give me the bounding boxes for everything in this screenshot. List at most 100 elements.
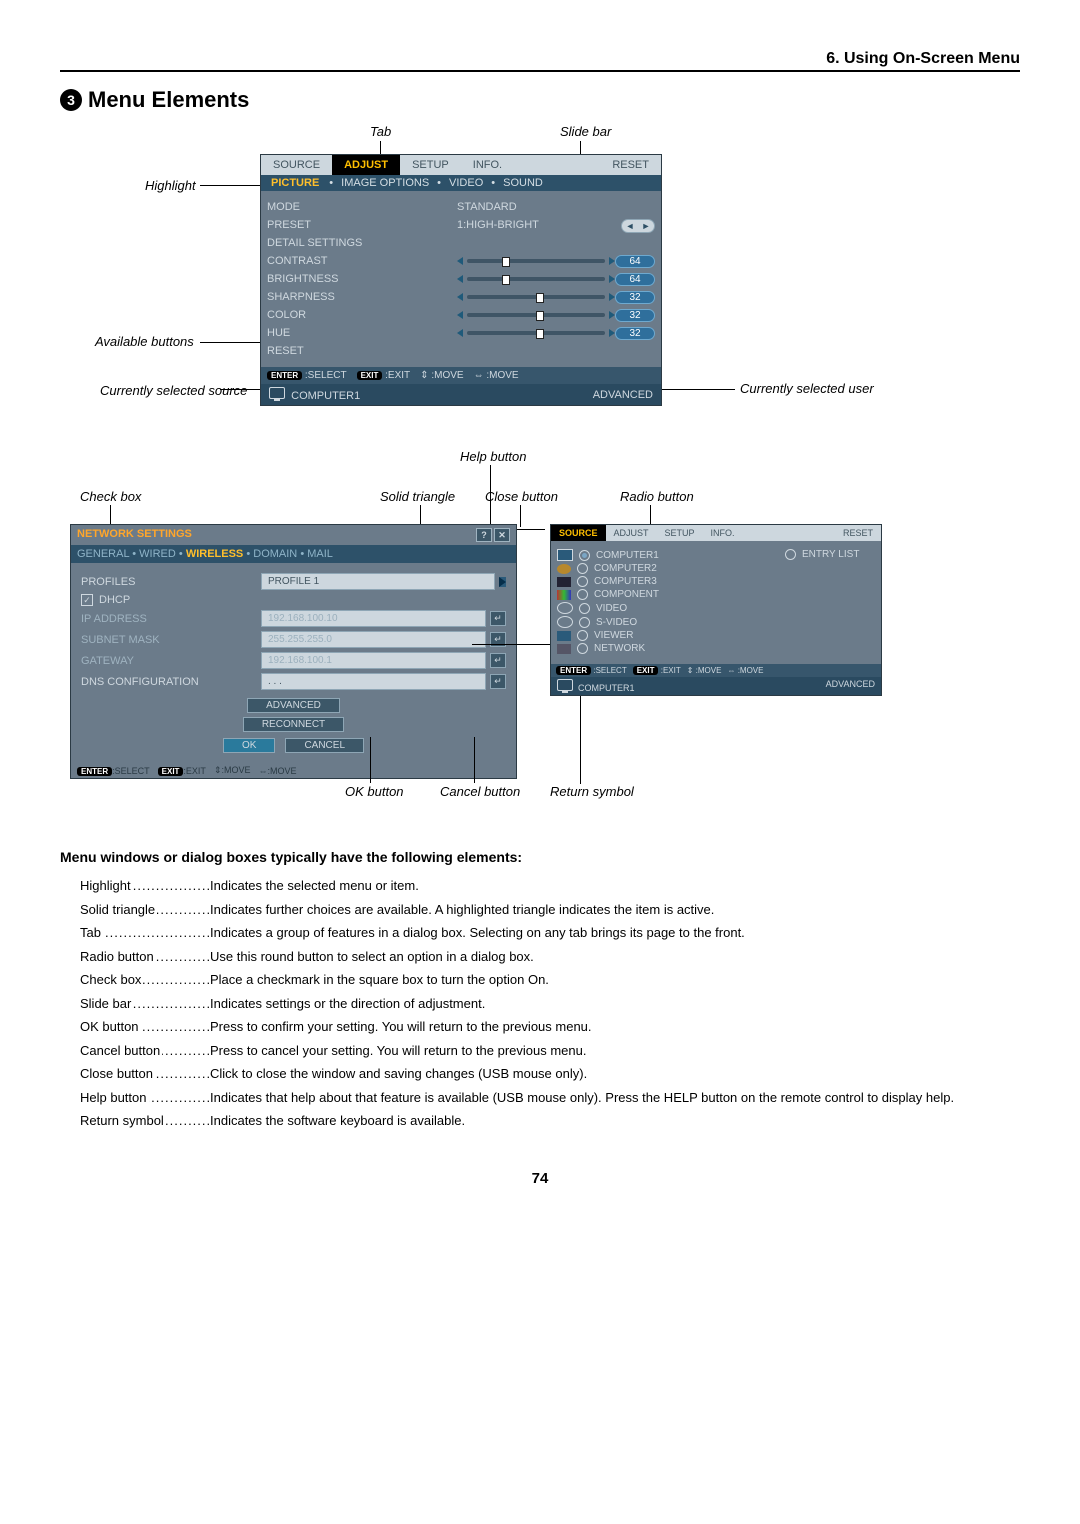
- port-icon: [557, 590, 571, 600]
- osd-main-tabs: SOURCE ADJUST SETUP INFO. RESET: [261, 155, 661, 175]
- subnet-field[interactable]: 255.255.255.0: [261, 631, 486, 648]
- contrast-value: 64: [615, 255, 655, 268]
- source-svideo[interactable]: S-VIDEO: [596, 617, 637, 628]
- spinner-right-icon[interactable]: ►: [638, 220, 654, 232]
- tab-setup[interactable]: SETUP: [400, 155, 461, 175]
- help-button[interactable]: ?: [476, 528, 492, 542]
- advanced-button[interactable]: ADVANCED: [247, 698, 340, 713]
- source-footer-bar: COMPUTER1 ADVANCED: [551, 677, 881, 695]
- mode-value: STANDARD: [457, 201, 557, 213]
- current-user: ADVANCED: [593, 389, 653, 401]
- def-4: Place a checkmark in the square box to t…: [210, 971, 1020, 989]
- brightness-slider[interactable]: [457, 275, 615, 283]
- return-symbol-icon[interactable]: ↵: [490, 611, 506, 626]
- radio-entrylist[interactable]: [785, 549, 796, 560]
- radio-computer2[interactable]: [577, 563, 588, 574]
- tab-source[interactable]: SOURCE: [261, 155, 332, 175]
- chapter-header: 6. Using On-Screen Menu: [60, 50, 1020, 72]
- computer-icon: [269, 387, 285, 399]
- port-icon: [557, 564, 571, 574]
- section-title: 3 Menu Elements: [60, 87, 1020, 113]
- radio-computer1[interactable]: [579, 550, 590, 561]
- callout-tab: Tab: [370, 124, 391, 139]
- callout-help-button: Help button: [460, 449, 527, 464]
- preset-spinner[interactable]: ◄►: [621, 219, 655, 233]
- ok-button[interactable]: OK: [223, 738, 275, 753]
- profiles-field[interactable]: PROFILE 1: [261, 573, 495, 590]
- nettab-wired[interactable]: WIRED: [139, 548, 176, 560]
- radio-svideo[interactable]: [579, 617, 590, 628]
- hue-slider[interactable]: [457, 329, 615, 337]
- dns-field[interactable]: . . .: [261, 673, 486, 690]
- reset-label[interactable]: RESET: [267, 345, 457, 357]
- nettab-domain[interactable]: DOMAIN: [253, 548, 297, 560]
- color-slider[interactable]: [457, 311, 615, 319]
- sharpness-slider[interactable]: [457, 293, 615, 301]
- nettab-general[interactable]: GENERAL: [77, 548, 129, 560]
- close-button[interactable]: ✕: [494, 528, 510, 542]
- term-5: Slide bar: [80, 996, 133, 1011]
- current-source: COMPUTER1: [291, 390, 360, 402]
- srctab-info[interactable]: INFO.: [703, 525, 743, 541]
- callout-highlight: Highlight: [145, 178, 196, 193]
- source-computer1[interactable]: COMPUTER1: [596, 550, 659, 561]
- radio-viewer[interactable]: [577, 630, 588, 641]
- contrast-label: CONTRAST: [267, 255, 457, 267]
- nettab-wireless[interactable]: WIRELESS: [186, 548, 243, 560]
- subtab-sound[interactable]: SOUND: [503, 177, 543, 189]
- srctab-adjust[interactable]: ADJUST: [606, 525, 657, 541]
- arrow-left-icon[interactable]: [457, 257, 463, 265]
- srctab-setup[interactable]: SETUP: [657, 525, 703, 541]
- source-computer3[interactable]: COMPUTER3: [594, 576, 657, 587]
- radio-network[interactable]: [577, 643, 588, 654]
- port-icon: [557, 602, 573, 614]
- entry-list[interactable]: ENTRY LIST: [802, 549, 859, 560]
- srctab-source[interactable]: SOURCE: [551, 525, 606, 541]
- source-component[interactable]: COMPONENT: [594, 589, 659, 600]
- source-viewer[interactable]: VIEWER: [594, 630, 633, 641]
- sharpness-label: SHARPNESS: [267, 291, 457, 303]
- source-computer2[interactable]: COMPUTER2: [594, 563, 657, 574]
- preset-label: PRESET: [267, 219, 457, 231]
- spinner-left-icon[interactable]: ◄: [622, 220, 638, 232]
- preset-value: 1:HIGH-BRIGHT: [457, 219, 557, 231]
- dhcp-checkbox[interactable]: ✓: [81, 594, 93, 606]
- osd-footer: ENTER :SELECT EXIT :EXIT ⇕ :MOVE ⇔ :MOVE: [261, 367, 661, 384]
- section-number-icon: 3: [60, 89, 82, 111]
- callout-current-source: Currently selected source: [100, 383, 250, 398]
- subtab-video[interactable]: VIDEO: [449, 177, 483, 189]
- callout-available-buttons: Available buttons: [95, 334, 194, 349]
- radio-video[interactable]: [579, 603, 590, 614]
- tab-info[interactable]: INFO.: [461, 155, 514, 175]
- tab-adjust[interactable]: ADJUST: [332, 155, 400, 175]
- srctab-reset[interactable]: RESET: [835, 525, 881, 541]
- reconnect-button[interactable]: RECONNECT: [243, 717, 344, 732]
- network-tabs: GENERAL • WIRED • WIRELESS • DOMAIN • MA…: [71, 545, 516, 563]
- return-symbol-icon[interactable]: ↵: [490, 674, 506, 689]
- radio-component[interactable]: [577, 589, 588, 600]
- def-10: Indicates the software keyboard is avail…: [210, 1112, 1020, 1130]
- ip-field[interactable]: 192.168.100.10: [261, 610, 486, 627]
- return-symbol-icon[interactable]: ↵: [490, 653, 506, 668]
- subtab-picture[interactable]: PICTURE: [271, 177, 319, 189]
- callout-check-box: Check box: [80, 489, 141, 504]
- callout-ok-button: OK button: [345, 784, 404, 799]
- solid-triangle-icon[interactable]: [499, 577, 506, 587]
- contrast-slider[interactable]: [457, 257, 615, 265]
- subnet-label: SUBNET MASK: [81, 634, 261, 646]
- mode-label: MODE: [267, 201, 457, 213]
- ip-label: IP ADDRESS: [81, 613, 261, 625]
- exit-hint-icon: EXIT: [357, 371, 383, 380]
- tab-reset[interactable]: RESET: [600, 155, 661, 175]
- source-video[interactable]: VIDEO: [596, 603, 627, 614]
- subtab-image-options[interactable]: IMAGE OPTIONS: [341, 177, 429, 189]
- detail-settings-label[interactable]: DETAIL SETTINGS: [267, 237, 457, 249]
- nettab-mail[interactable]: MAIL: [307, 548, 333, 560]
- gateway-field[interactable]: 192.168.100.1: [261, 652, 486, 669]
- hue-label: HUE: [267, 327, 457, 339]
- color-label: COLOR: [267, 309, 457, 321]
- cancel-button[interactable]: CANCEL: [285, 738, 364, 753]
- radio-computer3[interactable]: [577, 576, 588, 587]
- source-network[interactable]: NETWORK: [594, 643, 645, 654]
- def-5: Indicates settings or the direction of a…: [210, 995, 1020, 1013]
